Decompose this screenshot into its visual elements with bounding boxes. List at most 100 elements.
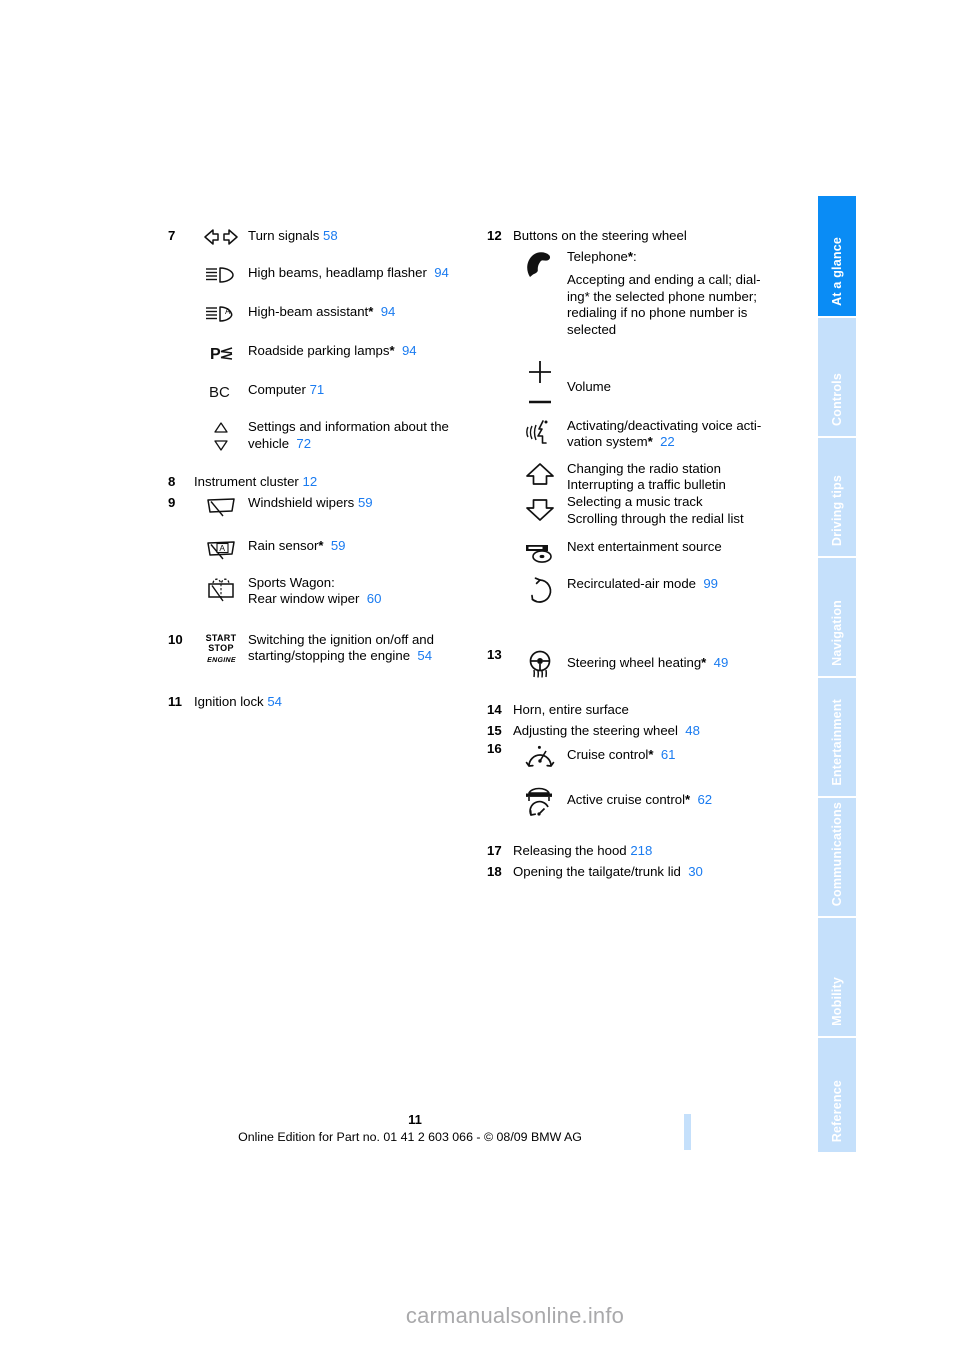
list-item-label: Adjusting the steering wheel 48: [513, 723, 807, 740]
list-item-13-steering-wheel-heating: 13 Steering wheel heating* 49: [487, 647, 807, 678]
list-item-label: Roadside parking lamps* 94: [248, 343, 488, 360]
tab-communications[interactable]: Communications: [818, 798, 856, 916]
list-item-heading: Buttons on the steering wheel: [513, 228, 687, 243]
page-ref[interactable]: 61: [661, 747, 676, 762]
item-number-16: 16: [487, 741, 502, 757]
svg-text:P: P: [210, 346, 221, 362]
windshield-wiper-icon: [194, 495, 248, 518]
rear-window-wiper-icon: [194, 575, 248, 602]
svg-text:A: A: [219, 543, 225, 553]
item-number-11: 11: [168, 693, 182, 709]
chapter-tab-rail: At a glance Controls Driving tips Naviga…: [818, 196, 856, 1158]
page-ref[interactable]: 54: [267, 694, 282, 709]
list-item-high-beams: 7 High beams, headlamp flasher 94: [168, 265, 488, 284]
list-item-recirculated-air: 12 Recirculated-air mode 99: [487, 576, 807, 605]
list-item-label: Volume: [567, 357, 807, 396]
item-number-18: 18: [487, 863, 502, 879]
option-asterisk: *: [647, 434, 653, 450]
tab-label: Mobility: [830, 977, 844, 1026]
list-item-16-cruise-control: 16 Cruise control* 61: [487, 741, 807, 772]
row-label-line1: Activating/deactivating voice acti-: [567, 417, 762, 433]
list-item-9-windshield-wipers: 9 Windshield wipers 59: [168, 495, 488, 518]
telephone-body-line-2: ing* the selected phone number;: [567, 288, 757, 304]
recirculated-air-icon: [513, 576, 567, 605]
list-item-label: Changing the radio station Interrupting …: [567, 461, 807, 527]
row-label-line1: Switching the ignition on/off and: [248, 631, 434, 647]
page-ref[interactable]: 49: [714, 655, 729, 670]
list-item-label: Activating/deactivating voice acti- vati…: [567, 418, 807, 451]
list-item-8-instrument-cluster: 8 Instrument cluster 12: [168, 474, 488, 491]
page-ref[interactable]: 94: [402, 343, 417, 358]
footer-marker-bar: [684, 1114, 691, 1150]
list-item-11-ignition-lock: 11 Ignition lock 54: [168, 694, 488, 711]
page-ref[interactable]: 62: [697, 792, 712, 807]
telephone-body-line-1: Accepting and ending a call; dial-: [567, 272, 761, 288]
row-label: High beams, headlamp flasher: [248, 265, 427, 280]
tab-mobility[interactable]: Mobility: [818, 918, 856, 1036]
item-number-15: 15: [487, 722, 502, 738]
option-asterisk: *: [368, 304, 374, 319]
page-ref[interactable]: 71: [310, 382, 325, 397]
telephone-body-line-3: redialing if no phone number is: [567, 305, 748, 321]
list-item-10-start-stop: 10 START STOP ENGINE Switching the ignit…: [168, 632, 488, 666]
item-number-14: 14: [487, 702, 502, 718]
list-item-active-cruise-control: 16 Active cruise control* 62: [487, 782, 807, 819]
tab-controls[interactable]: Controls: [818, 318, 856, 436]
row-label: Next entertainment source: [567, 539, 722, 555]
option-asterisk: *: [685, 792, 691, 808]
list-item-label: Windshield wipers 59: [248, 495, 488, 512]
up-down-arrows-icon: [194, 419, 248, 454]
list-item-label: High-beam assistant* 94: [248, 304, 488, 321]
arrow-body-line-3: Selecting a music track: [567, 493, 703, 509]
page-ref[interactable]: 59: [358, 495, 373, 510]
row-label-line2: vation system: [567, 434, 648, 450]
list-item-17-releasing-hood: 17 Releasing the hood 218: [487, 843, 807, 860]
item-number-7: 7: [168, 228, 176, 243]
row-label: Roadside parking lamps: [248, 343, 390, 358]
left-column: 7 Turn signals 58 7: [168, 228, 488, 710]
tab-reference[interactable]: Reference: [818, 1038, 856, 1152]
list-item-label: Recirculated-air mode 99: [567, 576, 807, 593]
list-item-label: Telephone*: Accepting and ending a call;…: [567, 249, 807, 339]
row-label: Volume: [567, 378, 611, 394]
page-ref[interactable]: 48: [685, 723, 700, 738]
tab-at-a-glance[interactable]: At a glance: [818, 196, 856, 316]
list-item-voice-activation: 12 Activating/deactivating voice acti- v…: [487, 418, 807, 451]
tab-label: Driving tips: [830, 474, 844, 546]
svg-text:A: A: [225, 307, 231, 316]
start-stop-line2: STOP: [208, 642, 234, 653]
volume-plus-minus-icon: [513, 357, 567, 408]
page-ref[interactable]: 22: [660, 434, 675, 449]
svg-text:BC: BC: [209, 384, 230, 399]
turn-signals-icon: [194, 228, 248, 245]
page-ref[interactable]: 99: [703, 576, 718, 591]
row-label-line1: Sports Wagon:: [248, 574, 335, 590]
rain-sensor-icon: A: [194, 538, 248, 561]
page-ref[interactable]: 94: [381, 304, 396, 319]
list-item-volume: 12 Volume: [487, 357, 807, 408]
list-item-label: Next entertainment source: [567, 539, 807, 556]
tab-entertainment[interactable]: Entertainment: [818, 678, 856, 796]
tab-driving-tips[interactable]: Driving tips: [818, 438, 856, 556]
page-ref[interactable]: 58: [323, 228, 338, 243]
page-ref[interactable]: 72: [296, 436, 311, 451]
start-stop-engine-icon: START STOP ENGINE: [194, 632, 248, 666]
list-item-up-down-arrows: 12 Changing the radio station Interrupti…: [487, 461, 807, 527]
page-ref[interactable]: 12: [302, 474, 317, 489]
list-item-settings-vehicle-info: 7 Settings and information about the veh…: [168, 419, 488, 454]
page-ref[interactable]: 218: [630, 843, 652, 858]
tab-navigation[interactable]: Navigation: [818, 558, 856, 676]
list-item-label: Horn, entire surface: [513, 702, 629, 718]
page-ref[interactable]: 94: [434, 265, 449, 280]
page-ref[interactable]: 30: [688, 864, 703, 879]
tab-label: Entertainment: [830, 699, 844, 786]
list-item-roadside-parking-lamps: 7 P Roadside parking lamps* 94: [168, 343, 488, 362]
row-label-line2: starting/stopping the engine: [248, 648, 411, 664]
right-column: 12 Buttons on the steering wheel 12 Tele…: [487, 228, 807, 881]
page-ref[interactable]: 54: [417, 648, 432, 663]
page-ref[interactable]: 59: [331, 538, 346, 553]
list-item-15-adjusting-steering-wheel: 15 Adjusting the steering wheel 48: [487, 723, 807, 740]
option-asterisk: *: [648, 747, 654, 763]
row-label: Instrument cluster: [194, 474, 299, 489]
page-ref[interactable]: 60: [367, 591, 382, 606]
